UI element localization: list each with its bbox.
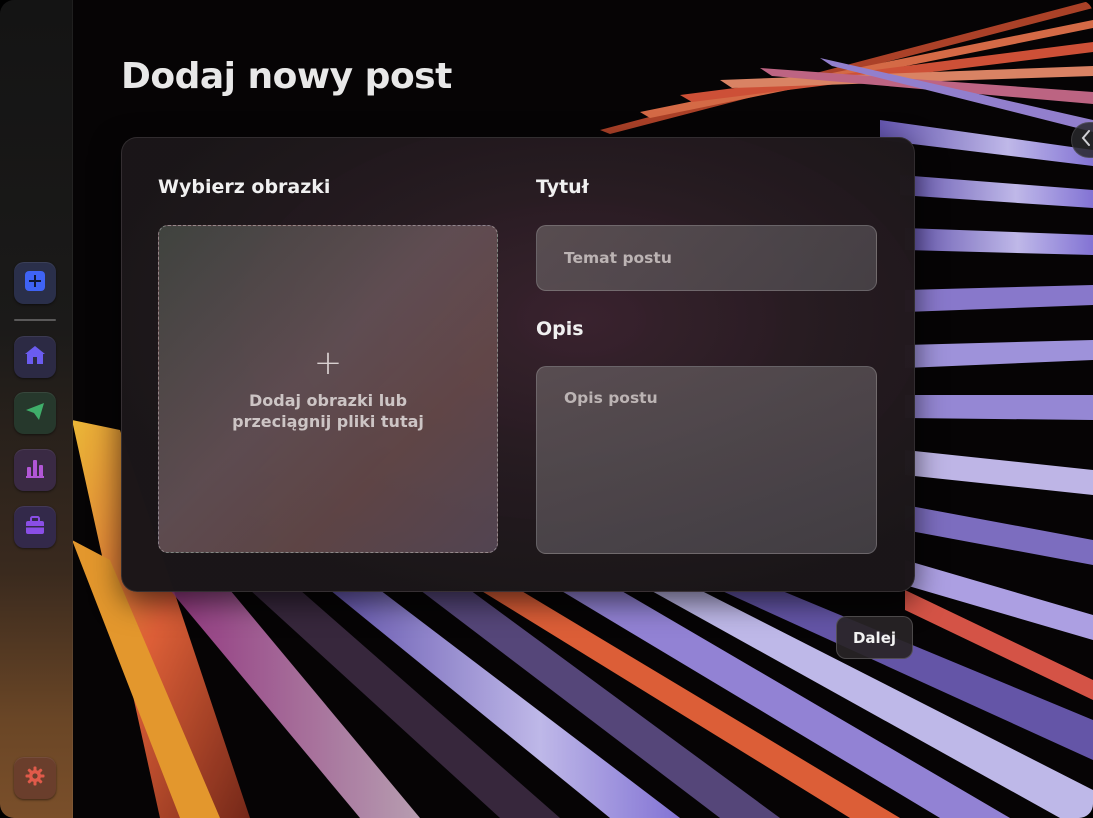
title-label: Tytuł — [536, 176, 589, 198]
image-dropzone[interactable]: + Dodaj obrazki lub przeciągnij pliki tu… — [158, 225, 498, 553]
app-window: Dodaj nowy post Wybierz obrazki + Dodaj … — [0, 0, 1093, 818]
page-title: Dodaj nowy post — [121, 56, 452, 97]
sidebar — [0, 0, 73, 818]
sidebar-item-send[interactable] — [14, 392, 56, 434]
sidebar-item-add-post[interactable] — [14, 262, 56, 304]
gear-icon — [24, 765, 46, 791]
sidebar-item-settings[interactable] — [14, 757, 56, 799]
paper-plane-icon — [24, 400, 46, 426]
home-icon — [24, 344, 46, 370]
bar-chart-icon — [24, 457, 46, 483]
plus-icon: + — [313, 343, 343, 383]
plus-square-icon — [24, 270, 46, 296]
new-post-form: Wybierz obrazki + Dodaj obrazki lub prze… — [121, 137, 915, 592]
sidebar-item-briefcase[interactable] — [14, 506, 56, 548]
description-label: Opis — [536, 318, 584, 340]
post-title-input[interactable] — [536, 225, 877, 291]
sidebar-item-stats[interactable] — [14, 449, 56, 491]
dropzone-text: Dodaj obrazki lub przeciągnij pliki tuta… — [232, 391, 424, 431]
sidebar-divider — [14, 319, 56, 321]
next-button[interactable]: Dalej — [836, 616, 913, 659]
post-description-input[interactable] — [536, 366, 877, 554]
sidebar-item-home[interactable] — [14, 336, 56, 378]
chevron-left-icon — [1081, 130, 1091, 150]
images-label: Wybierz obrazki — [158, 176, 331, 198]
briefcase-icon — [24, 514, 46, 540]
